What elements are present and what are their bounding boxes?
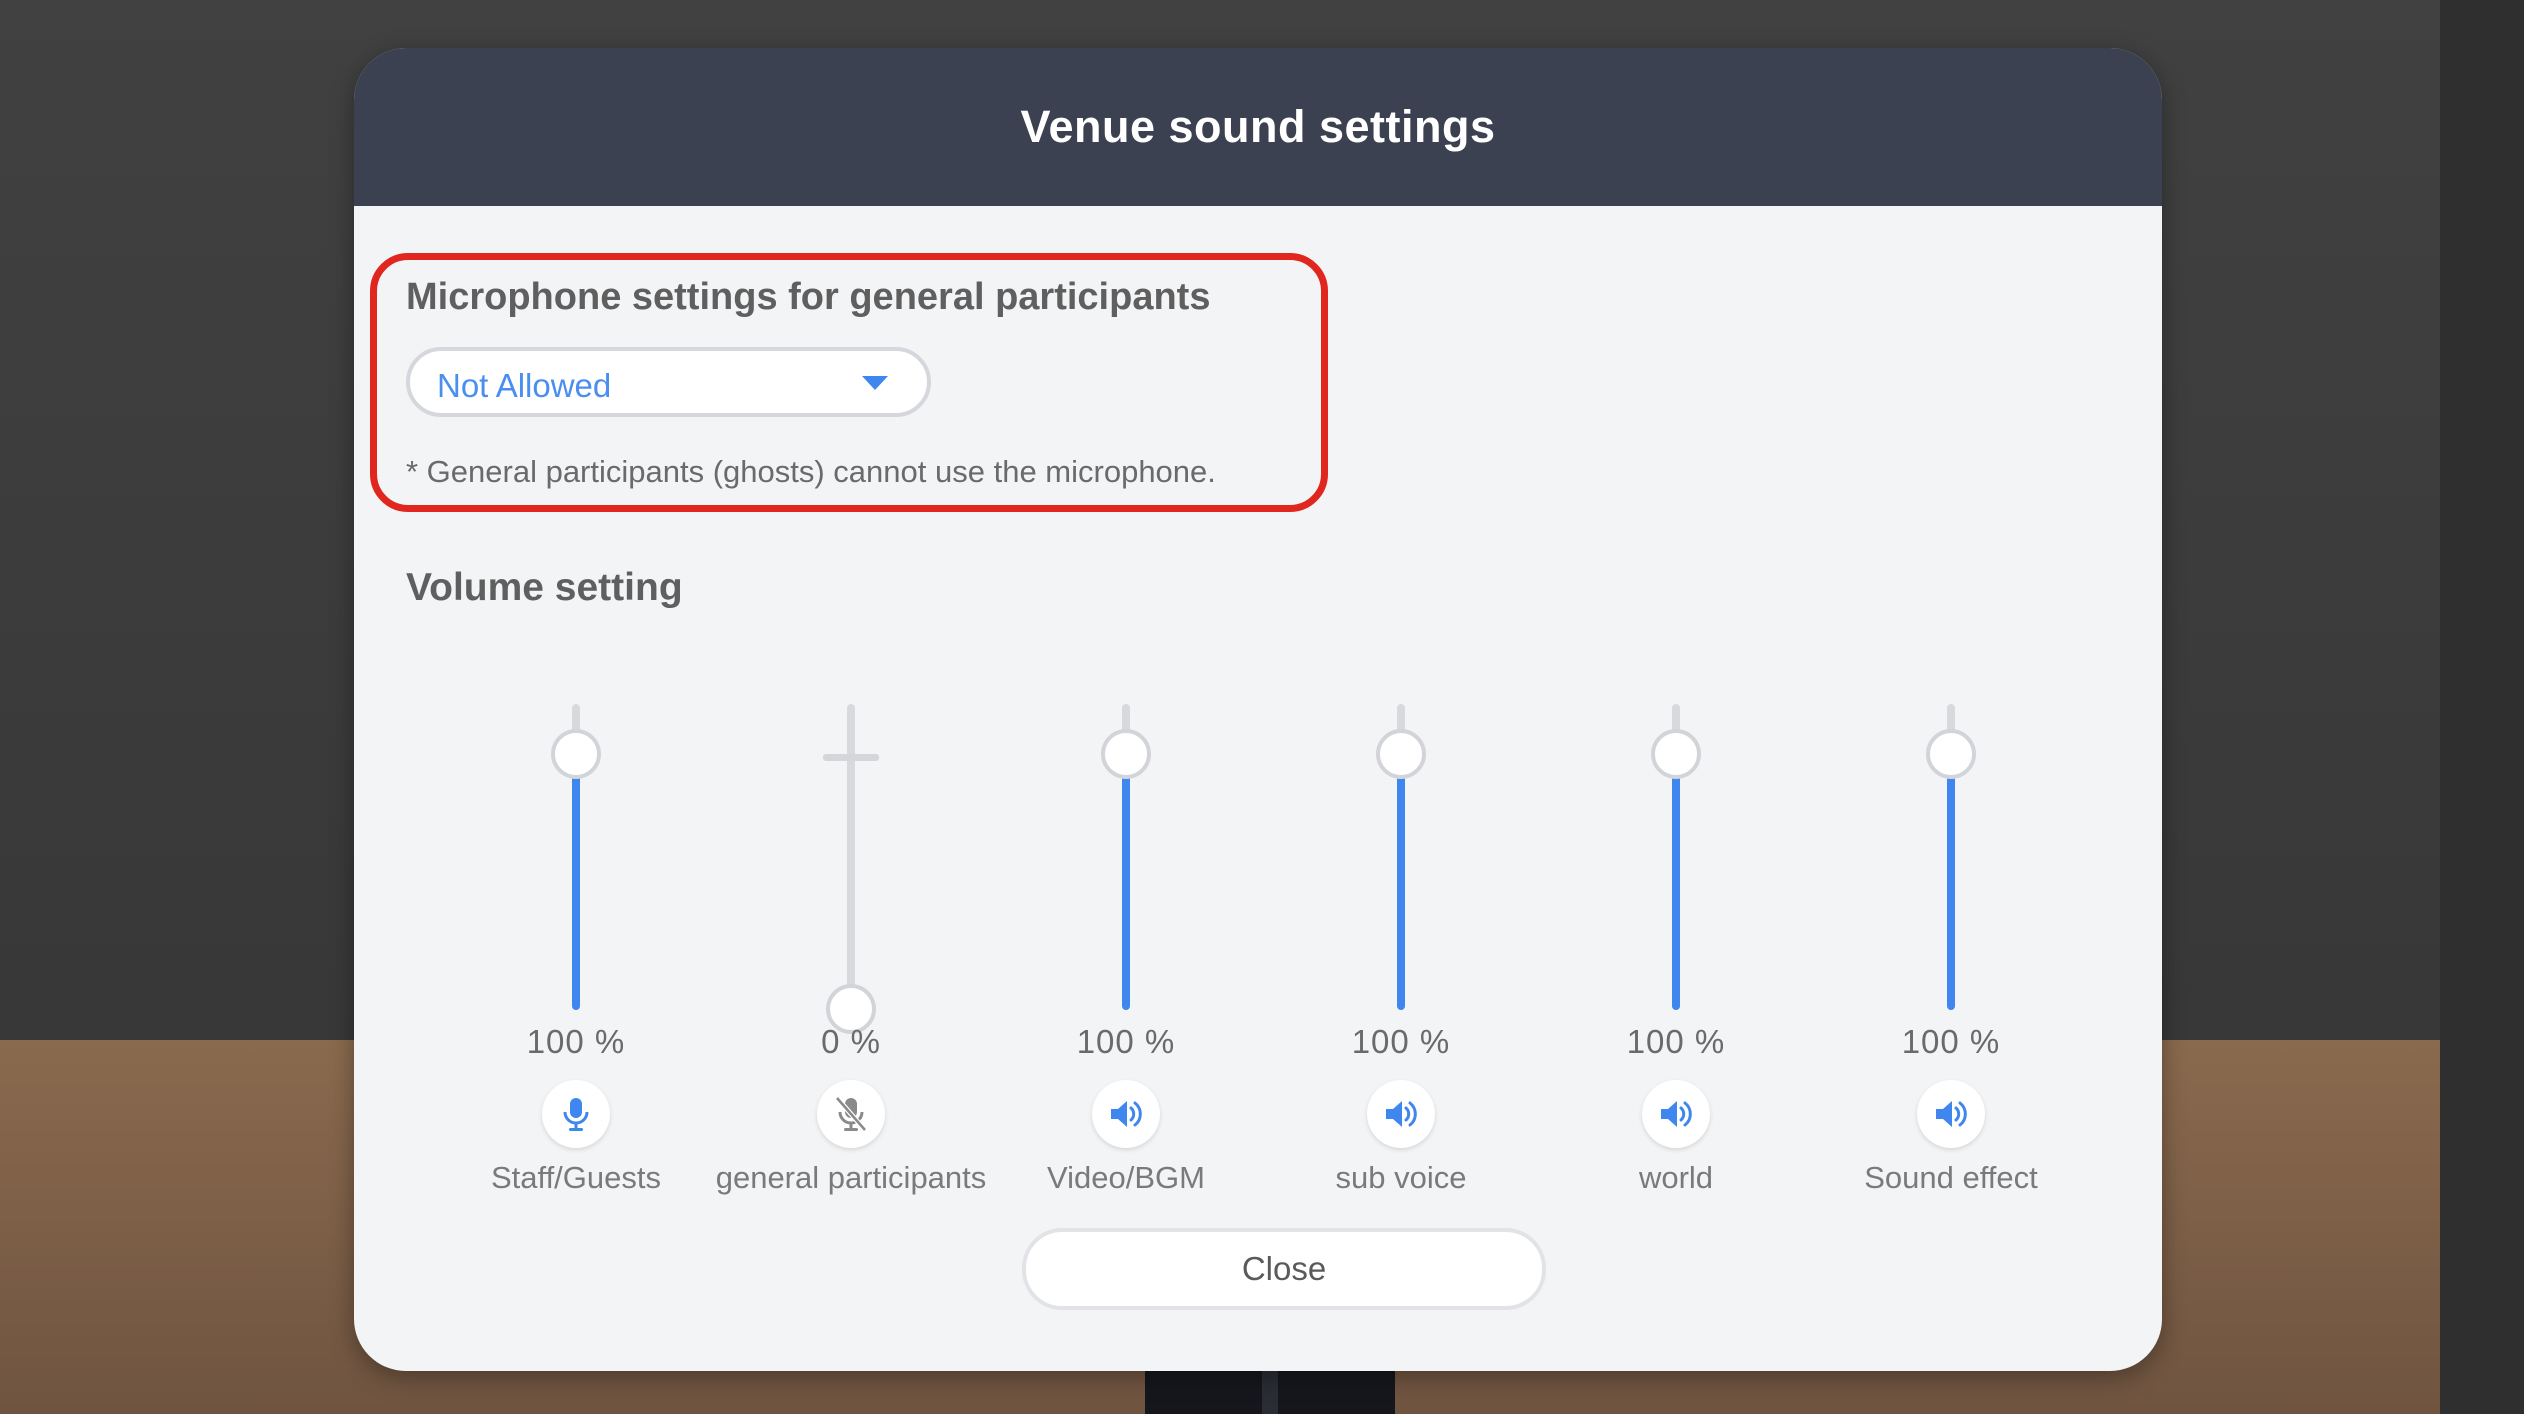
disabled-slider-marker	[823, 754, 879, 761]
volume-percent: 100 %	[526, 1023, 626, 1060]
mute-toggle-button[interactable]	[542, 1080, 610, 1148]
volume-channel-video-bgm: 100 % Video/BGM	[1006, 648, 1246, 1208]
volume-slider-thumb[interactable]	[1651, 729, 1701, 779]
speaker-icon	[1936, 1101, 1967, 1127]
dialog-title: Venue sound settings	[1020, 101, 1496, 152]
volume-channel-label: Sound effect	[1864, 1160, 2038, 1195]
volume-slider-fill	[1672, 754, 1680, 1010]
microphone-icon	[563, 1098, 589, 1131]
volume-channel-label: sub voice	[1335, 1160, 1467, 1195]
mute-toggle-button[interactable]	[1092, 1080, 1160, 1148]
microphone-permission-dropdown[interactable]: Not Allowed	[406, 347, 931, 417]
volume-percent: 100 %	[1626, 1023, 1726, 1060]
mute-toggle-button	[817, 1080, 885, 1148]
volume-percent: 100 %	[1901, 1023, 2001, 1060]
volume-slider-thumb[interactable]	[1101, 729, 1151, 779]
volume-slider-fill	[1397, 754, 1405, 1010]
dropdown-selected-value: Not Allowed	[437, 367, 612, 404]
volume-channel-label: Video/BGM	[1047, 1160, 1205, 1195]
volume-slider-thumb[interactable]	[1376, 729, 1426, 779]
speaker-icon	[1111, 1101, 1142, 1127]
mute-toggle-button[interactable]	[1917, 1080, 1985, 1148]
volume-channel-label: world	[1638, 1160, 1714, 1195]
volume-slider-thumb[interactable]	[551, 729, 601, 779]
volume-setting-heading: Volume setting	[406, 566, 683, 609]
speaker-icon	[1661, 1101, 1692, 1127]
background-wall-edge	[2440, 0, 2524, 1414]
microphone-settings-note: * General participants (ghosts) cannot u…	[406, 454, 1216, 489]
volume-slider-track	[847, 704, 855, 1010]
volume-channel-sound-effect: 100 % Sound effect	[1831, 648, 2071, 1208]
volume-channel-label: general participants	[715, 1160, 987, 1195]
close-button[interactable]: Close	[1022, 1228, 1546, 1310]
volume-channel-label: Staff/Guests	[490, 1160, 661, 1195]
volume-channel-sub-voice: 100 % sub voice	[1281, 648, 1521, 1208]
volume-channel-general-participants: 0 % general participants	[716, 648, 986, 1208]
dialog-header: Venue sound settings	[354, 48, 2162, 206]
volume-channel-world: 100 % world	[1556, 648, 1796, 1208]
volume-slider-thumb[interactable]	[1926, 729, 1976, 779]
mute-toggle-button[interactable]	[1367, 1080, 1435, 1148]
microphone-muted-icon	[835, 1096, 867, 1132]
volume-percent: 100 %	[1351, 1023, 1451, 1060]
volume-slider-fill	[1122, 754, 1130, 1010]
volume-slider-fill	[1947, 754, 1955, 1010]
volume-slider-fill	[572, 754, 580, 1010]
volume-percent: 100 %	[1076, 1023, 1176, 1060]
microphone-settings-heading: Microphone settings for general particip…	[406, 276, 1211, 318]
speaker-icon	[1386, 1101, 1417, 1127]
volume-percent: 0 %	[821, 1023, 881, 1060]
mute-toggle-button[interactable]	[1642, 1080, 1710, 1148]
venue-sound-settings-dialog: Venue sound settings Microphone settings…	[354, 48, 2162, 1371]
volume-channel-staff-guests: 100 % Staff/Guests	[456, 648, 696, 1208]
chevron-down-icon	[862, 376, 888, 390]
